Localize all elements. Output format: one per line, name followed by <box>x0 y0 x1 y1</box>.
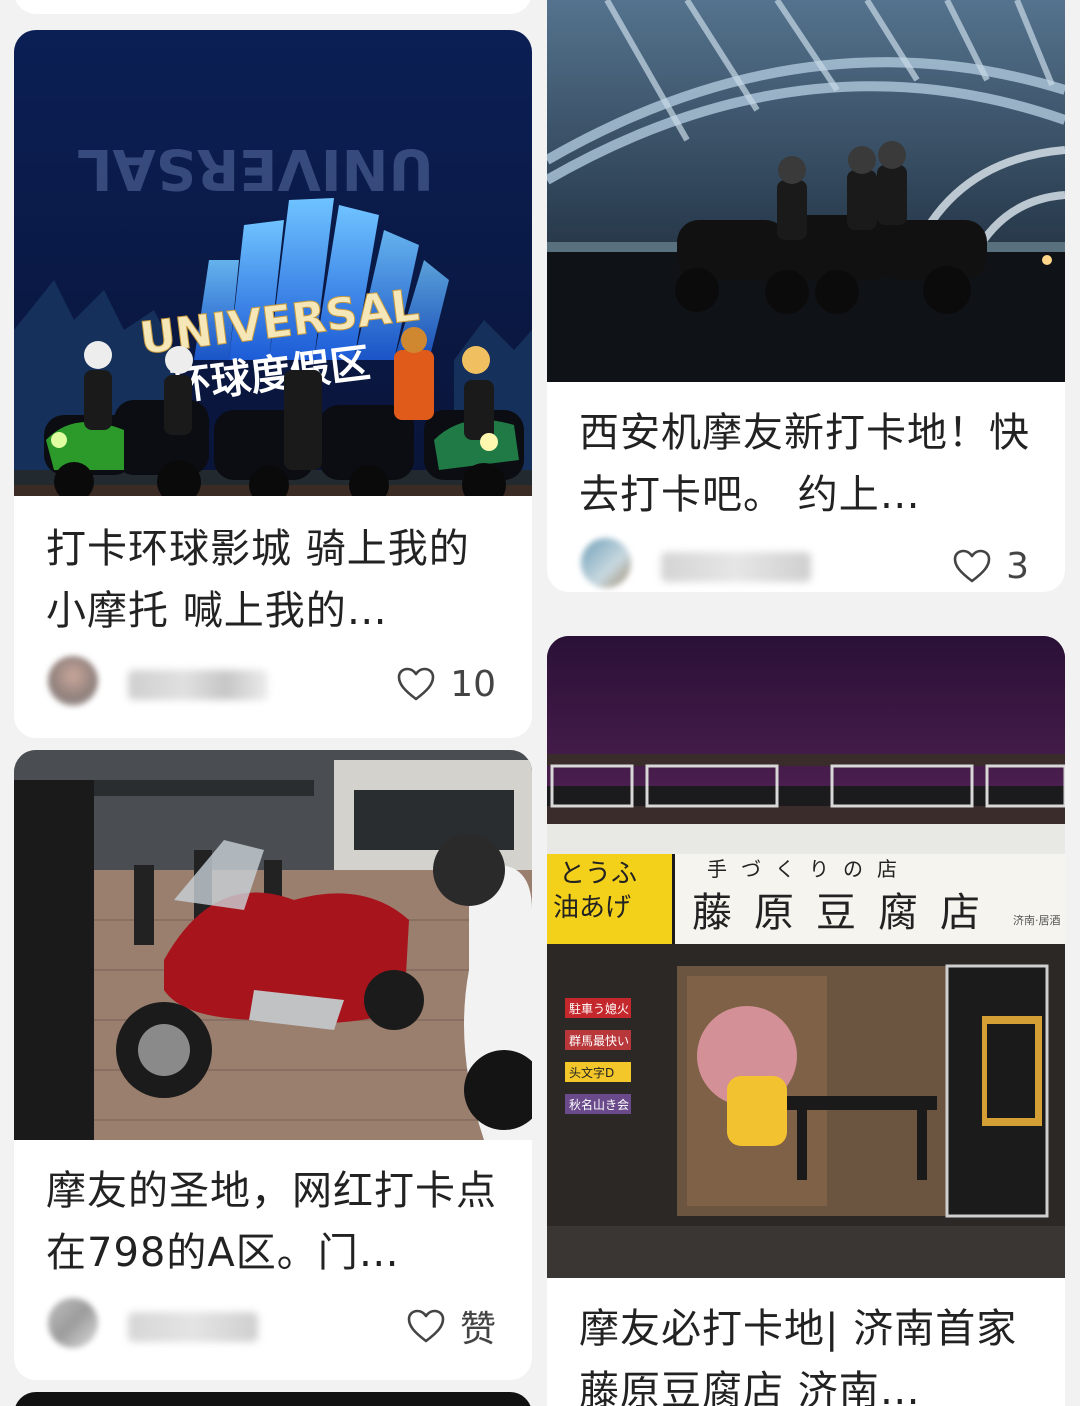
shop-sign-small: 手づくりの店 <box>707 857 911 881</box>
avatar[interactable] <box>48 1298 98 1348</box>
tofu-shop-photo: とうふ 油あげ 手づくりの店 藤原豆腐店 济南·居酒 駐車う媳火 群馬最快い 头… <box>547 636 1065 1278</box>
note-meta: 3 <box>581 538 1029 592</box>
like-button[interactable]: 10 <box>396 660 496 708</box>
note-cover-image[interactable] <box>14 750 532 1140</box>
note-title[interactable]: 摩友的圣地，网红打卡点在798的A区。门… <box>46 1160 510 1284</box>
note-card-partial[interactable] <box>14 1392 532 1406</box>
note-card[interactable]: 摩友的圣地，网红打卡点在798的A区。门… 赞 <box>14 750 532 1380</box>
note-meta: 赞 <box>48 1298 496 1354</box>
note-card[interactable]: とうふ 油あげ 手づくりの店 藤原豆腐店 济南·居酒 駐車う媳火 群馬最快い 头… <box>547 636 1065 1406</box>
shop-sign-main: 藤原豆腐店 <box>692 890 1002 936</box>
door-label: 秋名山き会 <box>569 1097 629 1112</box>
note-card[interactable]: UNIVERSAL UNIVERSAL 环球度假区 打卡环球影城 骑上我的小摩托… <box>14 30 532 738</box>
heart-outline-icon <box>953 549 991 583</box>
avatar[interactable] <box>581 538 631 588</box>
author-name[interactable] <box>128 1312 258 1342</box>
author-name[interactable] <box>661 552 811 582</box>
note-cover-image[interactable]: とうふ 油あげ 手づくりの店 藤原豆腐店 济南·居酒 駐車う媳火 群馬最快い 头… <box>547 636 1065 1278</box>
bridge-photo <box>547 0 1065 382</box>
shop-sign-tag: 济南·居酒 <box>1013 913 1061 927</box>
note-cover-image[interactable] <box>547 0 1065 382</box>
note-card-partial[interactable] <box>14 0 532 14</box>
mirrored-sign-text: UNIVERSAL <box>77 136 434 201</box>
door-label: 头文字D <box>569 1065 614 1080</box>
note-title[interactable]: 西安机摩友新打卡地！快去打卡吧。 约上… <box>579 402 1043 526</box>
author-name[interactable] <box>128 670 268 700</box>
door-label: 群馬最快い <box>569 1034 629 1048</box>
like-count: 赞 <box>459 1309 496 1350</box>
side-sign-line2: 油あげ <box>553 893 631 923</box>
note-cover-image[interactable]: UNIVERSAL UNIVERSAL 环球度假区 <box>14 30 532 496</box>
heart-outline-icon <box>407 1309 445 1343</box>
note-title[interactable]: 打卡环球影城 骑上我的小摩托 喊上我的… <box>46 518 510 642</box>
note-card[interactable]: 西安机摩友新打卡地！快去打卡吧。 约上… 3 <box>547 0 1065 592</box>
universal-photo: UNIVERSAL UNIVERSAL 环球度假区 <box>14 30 532 496</box>
note-title[interactable]: 摩友必打卡地| 济南首家藤原豆腐店 济南… <box>579 1298 1043 1406</box>
avatar[interactable] <box>48 656 98 706</box>
note-meta: 10 <box>48 656 496 712</box>
like-button[interactable]: 赞 <box>406 1302 496 1350</box>
note-feed: UNIVERSAL UNIVERSAL 环球度假区 打卡环球影城 骑上我的小摩托… <box>0 0 1080 1406</box>
door-label: 駐車う媳火 <box>569 1001 629 1016</box>
side-sign-line1: とうふ <box>559 859 637 889</box>
motorcycle-plaza-photo <box>14 750 532 1140</box>
like-count: 3 <box>1006 545 1029 587</box>
like-count: 10 <box>450 663 496 705</box>
heart-outline-icon <box>397 667 435 701</box>
like-button[interactable]: 3 <box>952 542 1029 590</box>
